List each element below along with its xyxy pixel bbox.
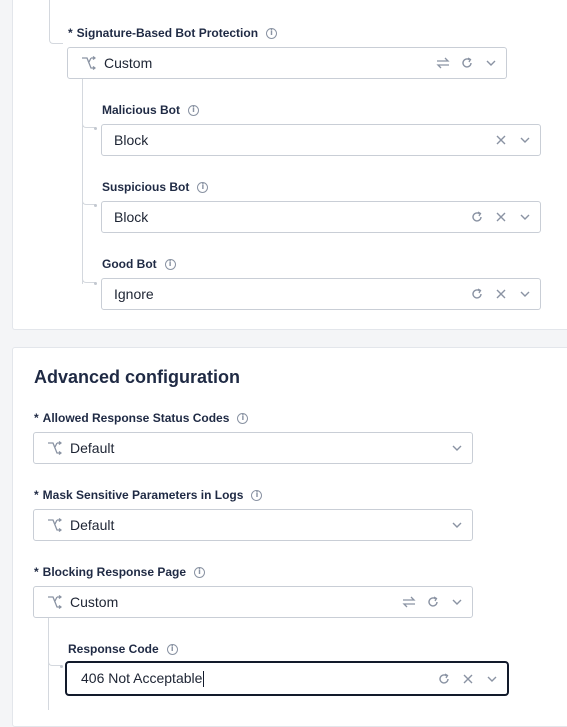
status-codes-value: Default	[70, 440, 115, 456]
chevron-down-icon[interactable]	[450, 518, 464, 532]
status-codes-select[interactable]: Default	[33, 432, 473, 464]
malicious-bot-label-text: Malicious Bot	[102, 103, 181, 117]
required-marker: *	[34, 488, 39, 502]
required-marker: *	[34, 411, 39, 425]
tree-node	[94, 282, 97, 285]
clear-icon[interactable]	[494, 210, 508, 224]
branch-icon	[46, 440, 64, 456]
status-codes-label-text: Allowed Response Status Codes	[42, 411, 230, 425]
tree-connector	[49, 0, 63, 44]
required-marker: *	[34, 565, 39, 579]
suspicious-bot-value: Block	[114, 209, 149, 225]
info-icon[interactable]: i	[188, 104, 200, 116]
blocking-page-label: * Blocking Response Page i	[34, 565, 206, 579]
malicious-bot-select[interactable]: Block	[101, 124, 541, 156]
malicious-bot-value: Block	[114, 132, 149, 148]
clear-icon[interactable]	[461, 672, 475, 686]
chevron-down-icon[interactable]	[518, 133, 532, 147]
tree-connector	[82, 79, 96, 128]
chevron-down-icon[interactable]	[485, 672, 499, 686]
suspicious-bot-label-text: Suspicious Bot	[102, 180, 190, 194]
mask-params-select[interactable]: Default	[33, 509, 473, 541]
swap-icon[interactable]	[402, 595, 416, 609]
tree-node	[60, 665, 63, 668]
mask-params-label-text: Mask Sensitive Parameters in Logs	[42, 488, 244, 502]
branch-icon	[80, 55, 98, 71]
info-icon[interactable]: i	[197, 181, 209, 193]
reset-icon[interactable]	[470, 287, 484, 301]
reset-icon[interactable]	[460, 56, 474, 70]
chevron-down-icon[interactable]	[450, 595, 464, 609]
good-bot-select[interactable]: Ignore	[101, 278, 541, 310]
signature-protection-value: Custom	[104, 55, 153, 71]
branch-icon	[46, 517, 64, 533]
chevron-down-icon[interactable]	[484, 56, 498, 70]
info-icon[interactable]: i	[266, 27, 278, 39]
response-code-input[interactable]: 406 Not Acceptable	[65, 661, 509, 696]
info-icon[interactable]: i	[251, 489, 263, 501]
info-icon[interactable]: i	[164, 258, 176, 270]
clear-icon[interactable]	[494, 287, 508, 301]
response-code-value[interactable]: 406 Not Acceptable	[81, 670, 202, 686]
chevron-down-icon[interactable]	[518, 210, 532, 224]
chevron-down-icon[interactable]	[518, 287, 532, 301]
required-marker: *	[68, 26, 73, 40]
good-bot-label-text: Good Bot	[102, 257, 157, 271]
signature-protection-select[interactable]: Custom	[67, 47, 507, 79]
mask-params-label: * Mask Sensitive Parameters in Logs i	[34, 488, 263, 502]
mask-params-value: Default	[70, 517, 115, 533]
suspicious-bot-label: Suspicious Bot i	[102, 180, 209, 194]
suspicious-bot-select[interactable]: Block	[101, 201, 541, 233]
signature-protection-label-text: Signature-Based Bot Protection	[76, 26, 259, 40]
signature-protection-label: * Signature-Based Bot Protection i	[68, 26, 278, 40]
advanced-configuration-title: Advanced configuration	[34, 367, 241, 387]
clear-icon[interactable]	[494, 133, 508, 147]
status-codes-label: * Allowed Response Status Codes i	[34, 411, 249, 425]
info-icon[interactable]: i	[166, 643, 178, 655]
tree-connector	[82, 150, 96, 205]
good-bot-label: Good Bot i	[102, 257, 176, 271]
blocking-page-label-text: Blocking Response Page	[42, 565, 187, 579]
blocking-page-select[interactable]: Custom	[33, 586, 473, 618]
branch-icon	[46, 594, 64, 610]
reset-icon[interactable]	[426, 595, 440, 609]
info-icon[interactable]: i	[194, 566, 206, 578]
tree-connector	[48, 618, 62, 666]
reset-icon[interactable]	[470, 210, 484, 224]
blocking-page-value: Custom	[70, 594, 119, 610]
chevron-down-icon[interactable]	[450, 441, 464, 455]
tree-connector	[82, 230, 96, 283]
tree-node	[94, 127, 97, 130]
swap-icon[interactable]	[436, 56, 450, 70]
reset-icon[interactable]	[437, 672, 451, 686]
malicious-bot-label: Malicious Bot i	[102, 103, 200, 117]
good-bot-value: Ignore	[114, 286, 154, 302]
info-icon[interactable]: i	[237, 412, 249, 424]
response-code-label: Response Code i	[68, 642, 178, 656]
response-code-label-text: Response Code	[68, 642, 159, 656]
text-cursor	[203, 671, 205, 688]
tree-node	[94, 204, 97, 207]
